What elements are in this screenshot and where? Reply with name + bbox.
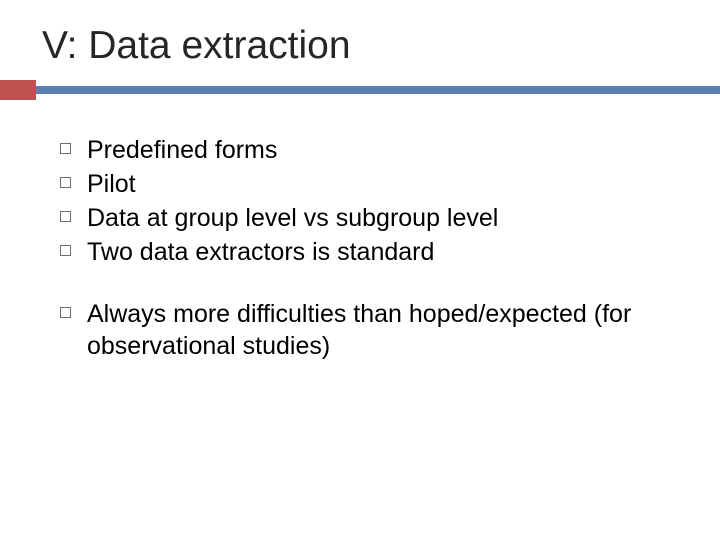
slide: V: Data extraction Predefined forms Pilo… — [0, 0, 720, 540]
slide-body: Predefined forms Pilot Data at group lev… — [36, 134, 676, 362]
rule-accent — [0, 80, 36, 100]
list-item-text: Two data extractors is standard — [87, 236, 434, 268]
bullet-group: Predefined forms Pilot Data at group lev… — [60, 134, 676, 268]
list-item-text: Data at group level vs subgroup level — [87, 202, 498, 234]
list-item: Predefined forms — [60, 134, 676, 166]
list-item: Always more difficulties than hoped/expe… — [60, 298, 676, 362]
slide-title: V: Data extraction — [36, 24, 684, 74]
list-item-text: Always more difficulties than hoped/expe… — [87, 298, 676, 362]
list-item: Two data extractors is standard — [60, 236, 676, 268]
bullet-group: Always more difficulties than hoped/expe… — [60, 298, 676, 362]
title-rule — [36, 80, 684, 98]
bullet-icon — [60, 211, 71, 222]
rule-bar — [0, 86, 720, 94]
bullet-icon — [60, 177, 71, 188]
bullet-icon — [60, 143, 71, 154]
bullet-icon — [60, 245, 71, 256]
list-item: Data at group level vs subgroup level — [60, 202, 676, 234]
list-item-text: Predefined forms — [87, 134, 277, 166]
bullet-icon — [60, 307, 71, 318]
list-item: Pilot — [60, 168, 676, 200]
list-item-text: Pilot — [87, 168, 136, 200]
